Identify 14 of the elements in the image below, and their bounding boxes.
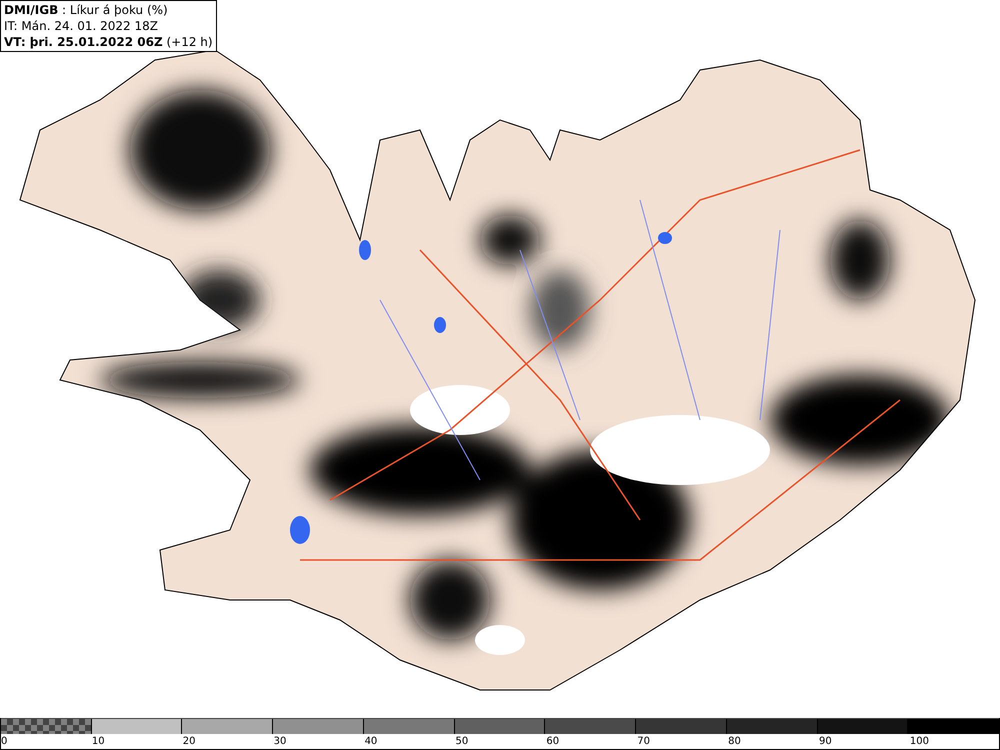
info-text: VT: þri. 25.01.2022 06Z (+12 h) bbox=[4, 34, 213, 50]
legend-label: 30 bbox=[274, 735, 288, 749]
legend-label: 70 bbox=[637, 735, 651, 749]
info-text: DMI/IGB : Líkur á þoku (%) bbox=[4, 2, 169, 18]
legend-label: 100 bbox=[910, 735, 930, 749]
legend-label: 60 bbox=[546, 735, 560, 749]
legend-label: 0 bbox=[1, 735, 8, 749]
legend-label: 80 bbox=[728, 735, 742, 749]
legend-label: 40 bbox=[364, 735, 378, 749]
info-text: IT: Mán. 24. 01. 2022 18Z bbox=[4, 18, 159, 34]
legend-label: 50 bbox=[455, 735, 470, 749]
legend-label: 90 bbox=[819, 735, 833, 749]
legend-label: 20 bbox=[182, 735, 197, 749]
legend-label: 10 bbox=[92, 735, 106, 749]
